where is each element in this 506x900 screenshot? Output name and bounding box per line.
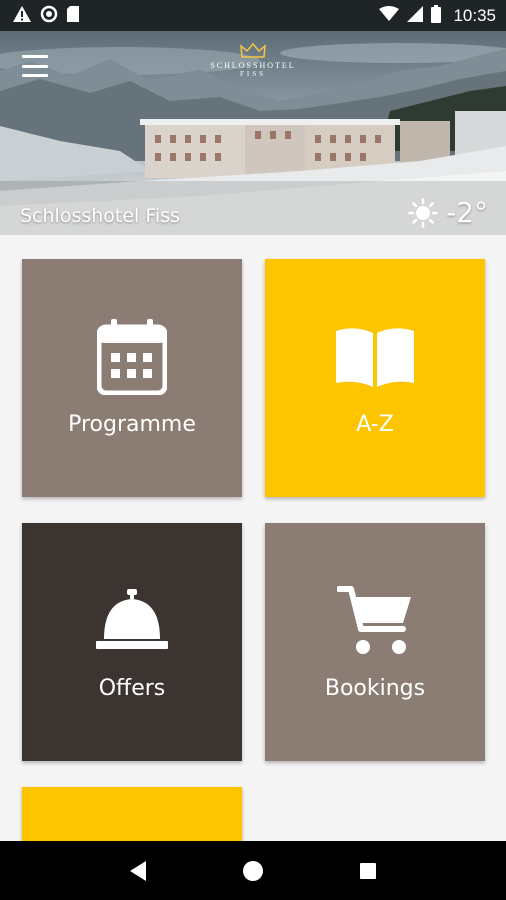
hotel-logo: SCHLOSSHOTEL FISS xyxy=(200,43,306,78)
home-button[interactable] xyxy=(233,851,273,891)
programme-label: Programme xyxy=(68,412,196,437)
logo-text-line1: SCHLOSSHOTEL xyxy=(210,61,296,70)
home-icon xyxy=(242,860,263,881)
shopping-cart-icon xyxy=(337,586,411,654)
crown-icon xyxy=(240,43,266,58)
hotel-name: Schlosshotel Fiss xyxy=(20,205,180,227)
logo-text-line2: FISS xyxy=(239,70,266,78)
status-bar: 10:35 xyxy=(0,0,506,31)
wifi-icon xyxy=(379,5,400,26)
back-icon xyxy=(129,860,146,881)
programme-tile[interactable]: Programme xyxy=(22,259,242,497)
a-z-label: A-Z xyxy=(356,412,394,437)
app-screen: 10:35 SCHLOSSHOTEL FISS Schlosshotel Fis… xyxy=(0,0,506,900)
sun-icon xyxy=(408,197,438,228)
system-nav-bar xyxy=(0,841,506,900)
hero-header: SCHLOSSHOTEL FISS Schlosshotel Fiss -2° xyxy=(0,31,506,235)
hamburger-menu-icon[interactable] xyxy=(18,53,52,79)
bookings-label: Bookings xyxy=(324,676,426,701)
menu-line xyxy=(22,55,48,58)
recents-button[interactable] xyxy=(348,851,388,891)
recents-icon xyxy=(360,862,377,879)
open-book-icon xyxy=(336,328,414,387)
sync-icon xyxy=(40,5,58,27)
temperature: -2° xyxy=(446,196,488,229)
status-bar-notifications xyxy=(12,5,80,27)
back-button[interactable] xyxy=(118,851,158,891)
weather-widget[interactable]: -2° xyxy=(408,196,488,229)
calendar-icon xyxy=(97,319,167,395)
menu-line xyxy=(22,64,48,68)
status-bar-system: 10:35 xyxy=(379,4,496,27)
bookings-tile[interactable]: Bookings xyxy=(265,523,485,761)
status-time: 10:35 xyxy=(453,5,496,25)
service-bell-icon xyxy=(96,589,168,649)
offers-tile[interactable]: Offers xyxy=(22,523,242,761)
signal-icon xyxy=(407,5,424,26)
a-z-tile[interactable]: A-Z xyxy=(265,259,485,497)
sd-card-icon xyxy=(66,5,80,27)
warning-icon xyxy=(12,5,32,27)
offers-label: Offers xyxy=(98,676,166,701)
menu-line xyxy=(22,74,48,77)
battery-icon xyxy=(431,4,442,27)
partial-tile[interactable] xyxy=(22,787,242,847)
